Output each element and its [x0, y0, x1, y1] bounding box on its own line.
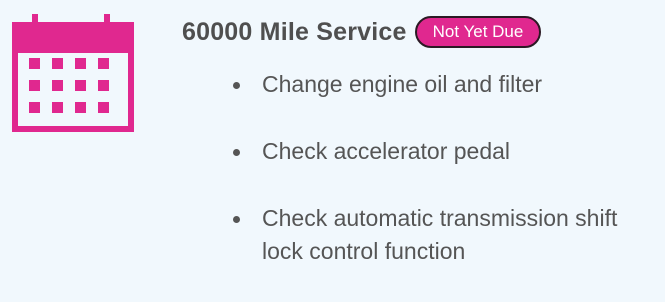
bullet-icon [233, 216, 240, 223]
list-item: Check accelerator pedal [228, 135, 648, 168]
service-title: 60000 Mile Service [182, 17, 407, 46]
task-label: Change engine oil and filter [262, 71, 543, 97]
list-item: Change engine oil and filter [228, 68, 648, 101]
status-badge: Not Yet Due [414, 16, 542, 48]
list-item: Check automatic transmission shift lock … [228, 202, 648, 268]
task-label: Check automatic transmission shift lock … [262, 205, 618, 264]
service-header: 60000 Mile Service Not Yet Due [182, 13, 542, 51]
calendar-icon [12, 14, 134, 132]
service-task-list: Change engine oil and filter Check accel… [228, 68, 648, 302]
bullet-icon [233, 82, 240, 89]
bullet-icon [233, 149, 240, 156]
task-label: Check accelerator pedal [262, 138, 511, 164]
